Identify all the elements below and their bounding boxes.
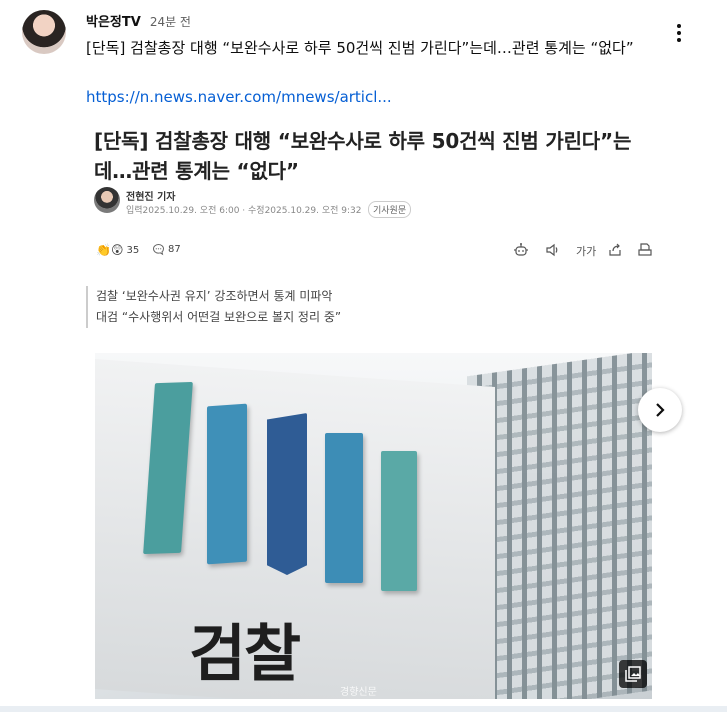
share-icon: [609, 243, 621, 256]
summary-line: 검찰 ‘보완수사권 유지’ 강조하면서 통계 미파악: [96, 289, 333, 303]
article-headline: [단독] 검찰총장 대행 “보완수사로 하루 50건씩 진범 가린다”는데…관련…: [94, 129, 632, 183]
speaker-icon: [546, 243, 558, 257]
reaction-count: 👏😲 35: [96, 243, 139, 257]
comment-count: 87: [152, 243, 181, 256]
more-vert-icon[interactable]: [668, 20, 690, 46]
logo-bar: [207, 403, 247, 565]
comment-icon: [153, 243, 165, 256]
logo-bar: [381, 451, 417, 591]
post-header: 박은정TV 24분 전: [86, 11, 191, 30]
logo-bar: [325, 433, 363, 583]
next-image-button[interactable]: [638, 388, 682, 432]
reporter-name: 전현진 기자: [126, 192, 176, 203]
post-text: [단독] 검찰총장 대행 “보완수사로 하루 50건씩 진범 가린다”는데…관련…: [86, 39, 634, 57]
channel-name[interactable]: 박은정TV: [86, 11, 141, 30]
article-preview-card[interactable]: [단독] 검찰총장 대행 “보완수사로 하루 50건씩 진범 가린다”는데…관련…: [86, 120, 666, 710]
summary-line: 대검 “수사행위서 어떤걸 보완으로 볼지 정리 중”: [96, 310, 342, 324]
article-photo: 검찰 경향신문: [95, 353, 652, 699]
robot-summary-icon: [514, 243, 528, 256]
post-link[interactable]: https://n.news.naver.com/mnews/articl...: [86, 86, 392, 108]
article-summary: 검찰 ‘보완수사권 유지’ 강조하면서 통계 미파악 대검 “수사행위서 어떤걸…: [86, 286, 341, 328]
reaction-count-value: 35: [126, 244, 140, 256]
photo-watermark: 경향신문: [340, 687, 377, 698]
reporter-avatar: [94, 187, 120, 213]
gallery-icon[interactable]: [619, 660, 647, 688]
logo-bar: [267, 413, 307, 575]
font-size-icon: 가가: [576, 245, 597, 258]
bottom-divider: [0, 706, 727, 712]
photo-sign-text: 검찰: [189, 617, 301, 690]
post-time[interactable]: 24분 전: [150, 13, 191, 30]
reaction-emoji-icon: 👏😲: [96, 243, 124, 257]
chevron-right-icon: [656, 403, 665, 417]
print-icon: [638, 243, 652, 256]
comment-count-value: 87: [168, 244, 181, 255]
community-post: 박은정TV 24분 전 [단독] 검찰총장 대행 “보완수사로 하루 50건씩 …: [0, 0, 727, 712]
channel-avatar[interactable]: [22, 10, 66, 54]
original-article-badge: 기사원문: [368, 201, 412, 218]
article-timestamps: 입력2025.10.29. 오전 6:00 · 수정2025.10.29. 오전…: [126, 206, 362, 216]
